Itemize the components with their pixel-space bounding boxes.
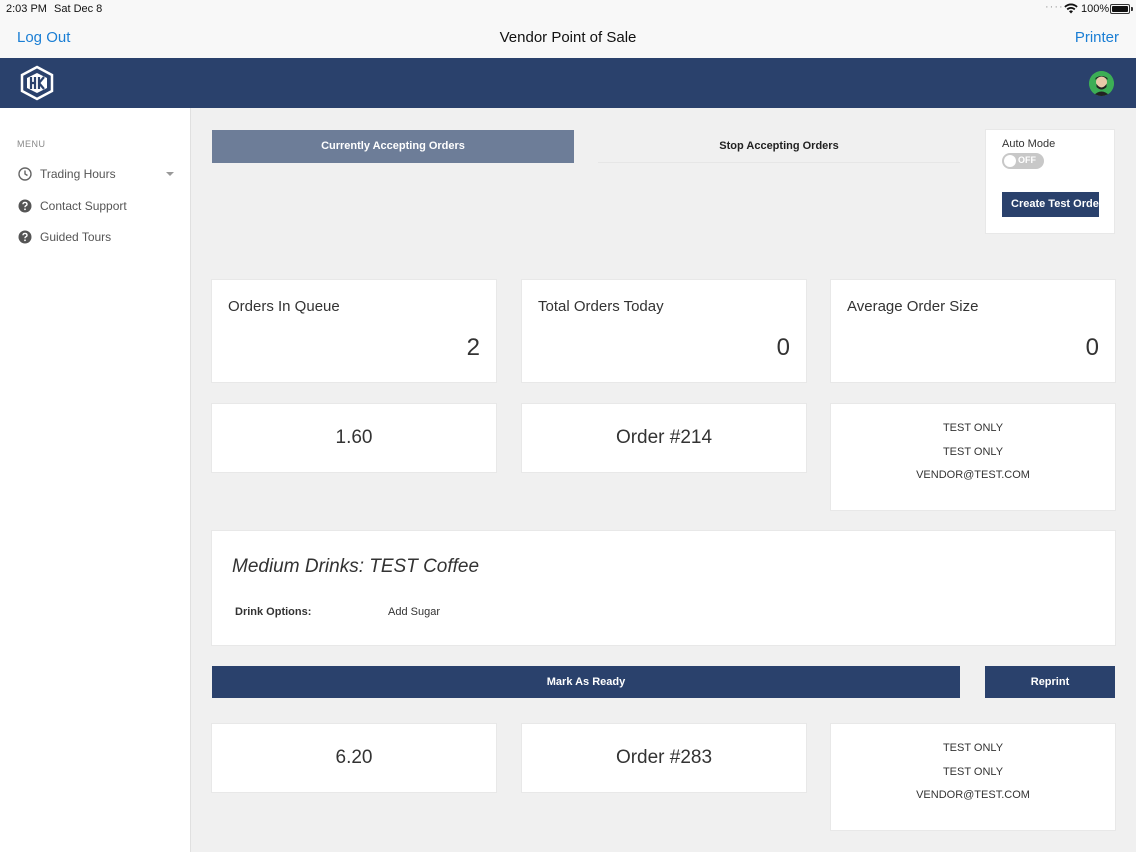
multitask-dots-icon: ···· [1045, 1, 1064, 13]
user-avatar-icon [1089, 71, 1114, 96]
reprint-button[interactable]: Reprint [985, 666, 1115, 698]
customer-first-name: TEST ONLY [942, 742, 1004, 754]
battery-icon [1110, 4, 1133, 14]
avatar[interactable] [1089, 71, 1114, 96]
stat-card-total-orders: Total Orders Today 0 [521, 279, 807, 383]
stat-label: Orders In Queue [228, 298, 340, 315]
mark-as-ready-button[interactable]: Mark As Ready [212, 666, 960, 698]
stop-accepting-button[interactable]: Stop Accepting Orders [598, 130, 960, 163]
accepting-orders-button[interactable]: Currently Accepting Orders [212, 130, 574, 163]
menu-label: MENU [17, 139, 46, 149]
customer-info: TEST ONLY TEST ONLY VENDOR@TEST.COM [830, 723, 1116, 831]
sidebar-item-label: Trading Hours [40, 167, 116, 181]
stat-card-average-order-size: Average Order Size 0 [830, 279, 1116, 383]
status-time: 2:03 PM [6, 3, 47, 15]
sidebar: MENU Trading Hours Contact Support Guide… [0, 108, 191, 852]
order-number: Order #214 [521, 403, 807, 473]
help-icon [18, 230, 32, 244]
clock-icon [18, 167, 32, 181]
status-bar: 2:03 PM Sat Dec 8 ···· 100% [0, 0, 1136, 18]
order-item-card: Medium Drinks: TEST Coffee Drink Options… [211, 530, 1116, 646]
logo-icon [20, 65, 54, 101]
customer-last-name: TEST ONLY [942, 766, 1004, 778]
status-date: Sat Dec 8 [54, 3, 103, 15]
sidebar-item-trading-hours[interactable]: Trading Hours [0, 162, 190, 188]
stat-card-orders-in-queue: Orders In Queue 2 [211, 279, 497, 383]
printer-button[interactable]: Printer [1075, 29, 1119, 46]
toggle-knob [1004, 155, 1016, 167]
order-total: 6.20 [211, 723, 497, 793]
sidebar-item-label: Contact Support [40, 199, 127, 213]
stat-label: Total Orders Today [538, 298, 664, 315]
customer-email: VENDOR@TEST.COM [916, 789, 1030, 801]
stat-label: Average Order Size [847, 298, 979, 315]
order-number: Order #283 [521, 723, 807, 793]
create-test-order-button[interactable]: Create Test Order [1002, 192, 1099, 217]
order-total: 1.60 [211, 403, 497, 473]
brand-header [0, 58, 1136, 108]
sidebar-item-label: Guided Tours [40, 230, 112, 244]
auto-mode-card: Auto Mode OFF Create Test Order [985, 129, 1115, 234]
item-title: Medium Drinks: TEST Coffee [232, 556, 480, 577]
battery-percent: 100% [1081, 3, 1110, 15]
nav-bar: Log Out Vendor Point of Sale Printer [0, 18, 1136, 58]
sidebar-item-contact-support[interactable]: Contact Support [0, 194, 190, 220]
wifi-icon [1064, 3, 1078, 14]
auto-mode-label: Auto Mode [1002, 138, 1056, 150]
stat-value: 0 [776, 334, 790, 361]
customer-email: VENDOR@TEST.COM [916, 469, 1030, 481]
help-icon [18, 199, 32, 213]
page-title: Vendor Point of Sale [499, 29, 637, 46]
toggle-state: OFF [1018, 155, 1036, 165]
customer-first-name: TEST ONLY [942, 422, 1004, 434]
option-value: Add Sugar [388, 606, 440, 618]
stat-value: 2 [466, 334, 480, 361]
sidebar-item-guided-tours[interactable]: Guided Tours [0, 225, 190, 251]
stat-value: 0 [1085, 334, 1099, 361]
option-label: Drink Options: [235, 606, 312, 618]
customer-last-name: TEST ONLY [942, 446, 1004, 458]
auto-mode-toggle[interactable]: OFF [1002, 153, 1044, 169]
chevron-down-icon [166, 172, 174, 176]
customer-info: TEST ONLY TEST ONLY VENDOR@TEST.COM [830, 403, 1116, 511]
